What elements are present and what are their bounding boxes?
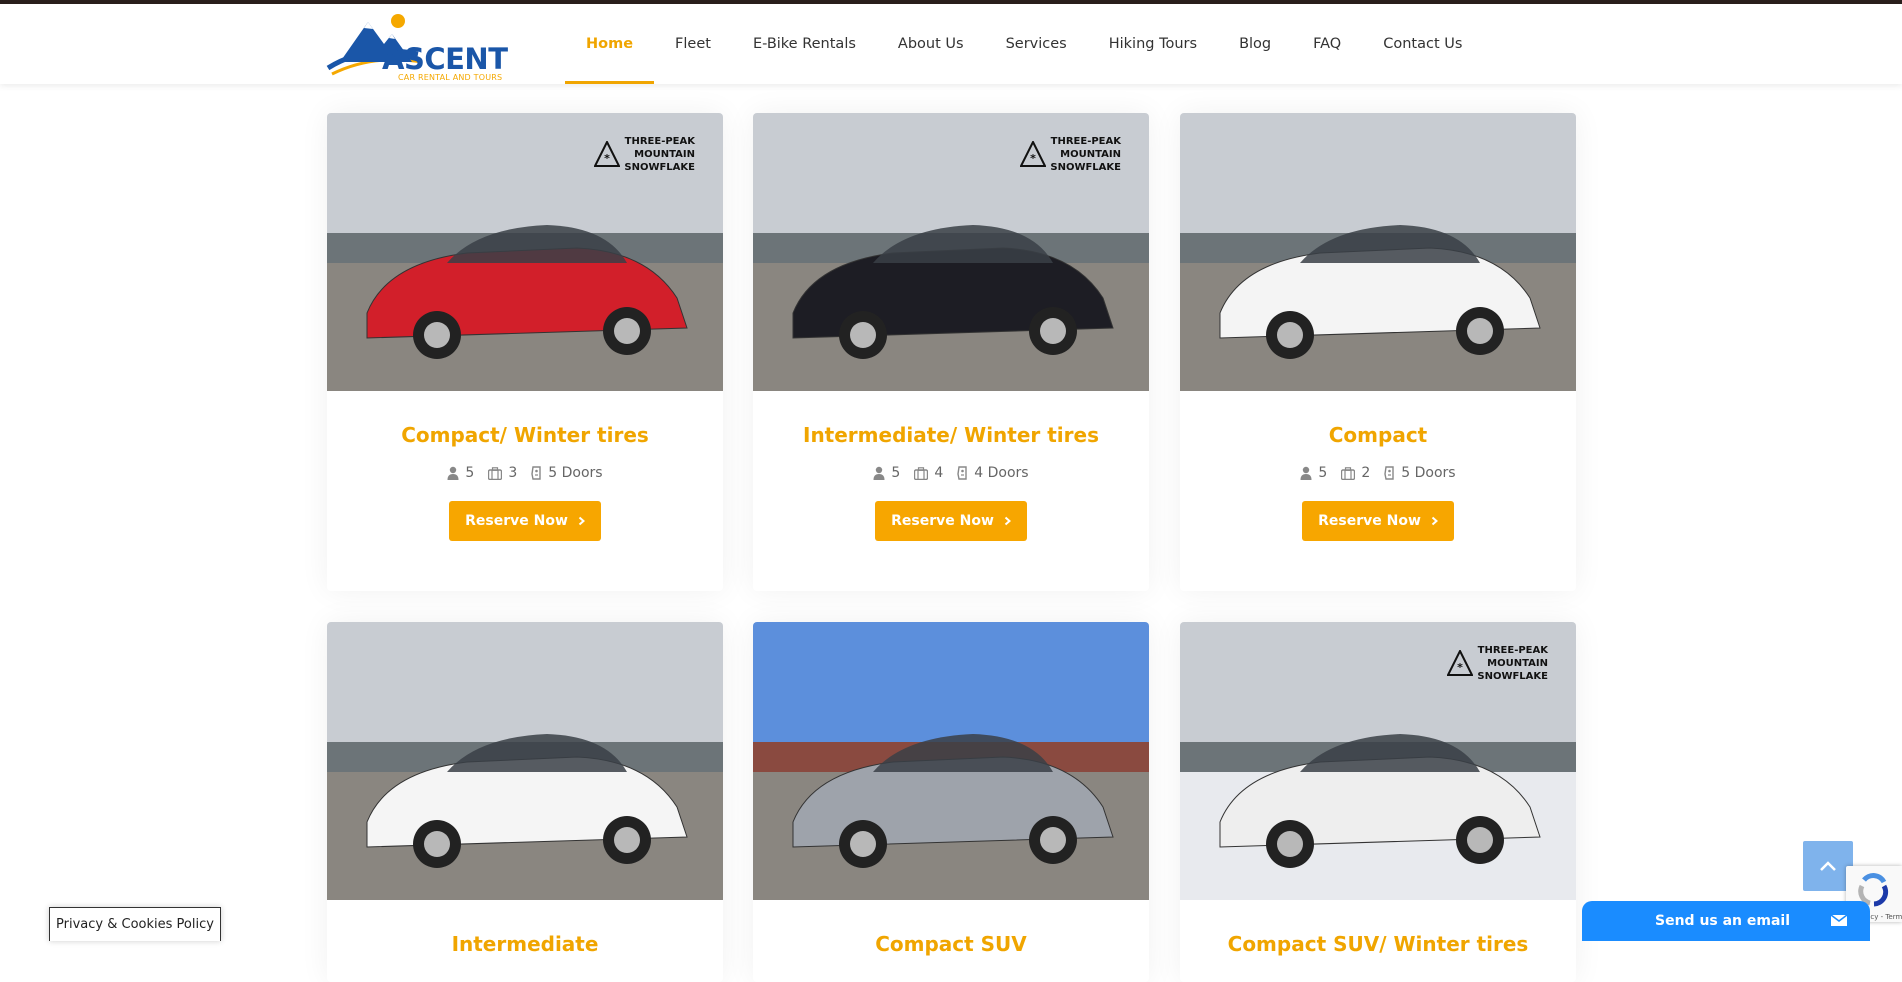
nav-faq[interactable]: FAQ xyxy=(1292,4,1362,84)
car-specs: 5 2 5 Doors xyxy=(1180,465,1576,481)
doors-count: 5 Doors xyxy=(1401,465,1456,481)
car-specs: 5 3 5 Doors xyxy=(327,465,723,481)
car-class-title[interactable]: Intermediate xyxy=(327,932,723,956)
passenger-count: 5 xyxy=(1318,465,1328,481)
badge-line-2: MOUNTAIN xyxy=(1060,149,1121,160)
logo-tagline: CAR RENTAL AND TOURS xyxy=(398,73,503,82)
passenger-spec: 5 xyxy=(447,465,474,481)
nav-about-us[interactable]: About Us xyxy=(877,4,985,84)
badge-line-2: MOUNTAIN xyxy=(1487,658,1548,669)
car-class-title[interactable]: Compact SUV/ Winter tires xyxy=(1180,932,1576,956)
chevron-right-icon xyxy=(1431,516,1438,526)
nav-blog[interactable]: Blog xyxy=(1218,4,1292,84)
car-photo xyxy=(327,622,723,900)
car-photo xyxy=(753,622,1149,900)
car-photo-frame[interactable] xyxy=(753,622,1149,900)
passenger-spec: 5 xyxy=(1300,465,1327,481)
doors-spec: 5 Doors xyxy=(1384,465,1456,481)
car-photo-frame[interactable] xyxy=(327,622,723,900)
door-icon xyxy=(531,466,541,480)
reserve-now-button[interactable]: Reserve Now xyxy=(449,501,601,541)
door-icon xyxy=(957,466,967,480)
fleet-card: Compact SUV xyxy=(753,622,1149,982)
nav-services[interactable]: Services xyxy=(985,4,1088,84)
logo-wordmark: ASCENT xyxy=(382,42,508,76)
privacy-cookies-link[interactable]: Privacy & Cookies Policy xyxy=(49,907,221,941)
luggage-count: 3 xyxy=(508,465,518,481)
reserve-now-label: Reserve Now xyxy=(891,513,994,529)
snowflake-mountain-icon: * xyxy=(1020,141,1047,167)
nav-contact-us[interactable]: Contact Us xyxy=(1362,4,1483,84)
nav-fleet[interactable]: Fleet xyxy=(654,4,732,84)
reserve-now-label: Reserve Now xyxy=(1318,513,1421,529)
passenger-count: 5 xyxy=(465,465,475,481)
car-class-title[interactable]: Intermediate/ Winter tires xyxy=(753,423,1149,447)
luggage-icon xyxy=(488,466,503,480)
send-email-bar[interactable]: Send us an email xyxy=(1582,901,1870,941)
main-nav: Home Fleet E-Bike Rentals About Us Servi… xyxy=(565,4,1483,84)
fleet-card: * THREE-PEAK MOUNTAIN SNOWFLAKE Compact SUV/… xyxy=(1180,622,1576,982)
envelope-icon xyxy=(1830,914,1848,926)
chevron-right-icon xyxy=(578,516,585,526)
doors-spec: 5 Doors xyxy=(531,465,603,481)
luggage-icon xyxy=(914,466,929,480)
three-peak-snowflake-badge: * THREE-PEAK MOUNTAIN SNOWFLAKE xyxy=(1020,135,1121,174)
luggage-spec: 3 xyxy=(488,465,517,481)
reserve-now-button[interactable]: Reserve Now xyxy=(1302,501,1454,541)
send-email-label: Send us an email xyxy=(1655,913,1791,929)
svg-text:*: * xyxy=(1457,661,1463,674)
badge-line-3: SNOWFLAKE xyxy=(1477,671,1548,682)
car-specs: 5 4 4 Doors xyxy=(753,465,1149,481)
svg-text:*: * xyxy=(604,152,610,165)
nav-hiking-tours[interactable]: Hiking Tours xyxy=(1088,4,1218,84)
chevron-up-icon xyxy=(1820,861,1836,871)
car-class-title[interactable]: Compact SUV xyxy=(753,932,1149,956)
door-icon xyxy=(1384,466,1394,480)
passenger-icon xyxy=(447,466,459,480)
passenger-icon xyxy=(1300,466,1312,480)
passenger-spec: 5 xyxy=(873,465,900,481)
fleet-card: * THREE-PEAK MOUNTAIN SNOWFLAKE Intermediate… xyxy=(753,113,1149,591)
car-photo xyxy=(1180,113,1576,391)
car-photo-frame[interactable] xyxy=(1180,113,1576,391)
nav-home[interactable]: Home xyxy=(565,4,655,84)
site-header: ASCENT CAR RENTAL AND TOURS Home Fleet E… xyxy=(0,4,1902,84)
three-peak-snowflake-badge: * THREE-PEAK MOUNTAIN SNOWFLAKE xyxy=(1447,644,1548,683)
doors-count: 5 Doors xyxy=(548,465,603,481)
luggage-spec: 4 xyxy=(914,465,943,481)
badge-line-1: THREE-PEAK xyxy=(624,136,695,147)
passenger-icon xyxy=(873,466,885,480)
badge-line-2: MOUNTAIN xyxy=(634,149,695,160)
badge-line-1: THREE-PEAK xyxy=(1477,645,1548,656)
ascent-logo[interactable]: ASCENT CAR RENTAL AND TOURS xyxy=(326,10,512,84)
car-class-title[interactable]: Compact/ Winter tires xyxy=(327,423,723,447)
fleet-card: * THREE-PEAK MOUNTAIN SNOWFLAKE Compact/ Win… xyxy=(327,113,723,591)
luggage-spec: 2 xyxy=(1341,465,1370,481)
badge-line-3: SNOWFLAKE xyxy=(624,162,695,173)
chevron-right-icon xyxy=(1004,516,1011,526)
reserve-now-button[interactable]: Reserve Now xyxy=(875,501,1027,541)
fleet-card: Intermediate xyxy=(327,622,723,982)
luggage-icon xyxy=(1341,466,1356,480)
doors-count: 4 Doors xyxy=(974,465,1029,481)
car-photo-frame[interactable]: * THREE-PEAK MOUNTAIN SNOWFLAKE xyxy=(327,113,723,391)
badge-line-3: SNOWFLAKE xyxy=(1050,162,1121,173)
luggage-count: 2 xyxy=(1361,465,1371,481)
three-peak-snowflake-badge: * THREE-PEAK MOUNTAIN SNOWFLAKE xyxy=(594,135,695,174)
reserve-now-label: Reserve Now xyxy=(465,513,568,529)
fleet-card: Compact 5 2 5 Doors Reserve Now xyxy=(1180,113,1576,591)
svg-text:*: * xyxy=(1030,152,1036,165)
passenger-count: 5 xyxy=(891,465,901,481)
snowflake-mountain-icon: * xyxy=(1447,650,1474,676)
snowflake-mountain-icon: * xyxy=(594,141,621,167)
car-class-title[interactable]: Compact xyxy=(1180,423,1576,447)
doors-spec: 4 Doors xyxy=(957,465,1029,481)
nav-e-bike-rentals[interactable]: E-Bike Rentals xyxy=(732,4,877,84)
car-photo-frame[interactable]: * THREE-PEAK MOUNTAIN SNOWFLAKE xyxy=(1180,622,1576,900)
car-photo-frame[interactable]: * THREE-PEAK MOUNTAIN SNOWFLAKE xyxy=(753,113,1149,391)
badge-line-1: THREE-PEAK xyxy=(1050,136,1121,147)
luggage-count: 4 xyxy=(934,465,944,481)
